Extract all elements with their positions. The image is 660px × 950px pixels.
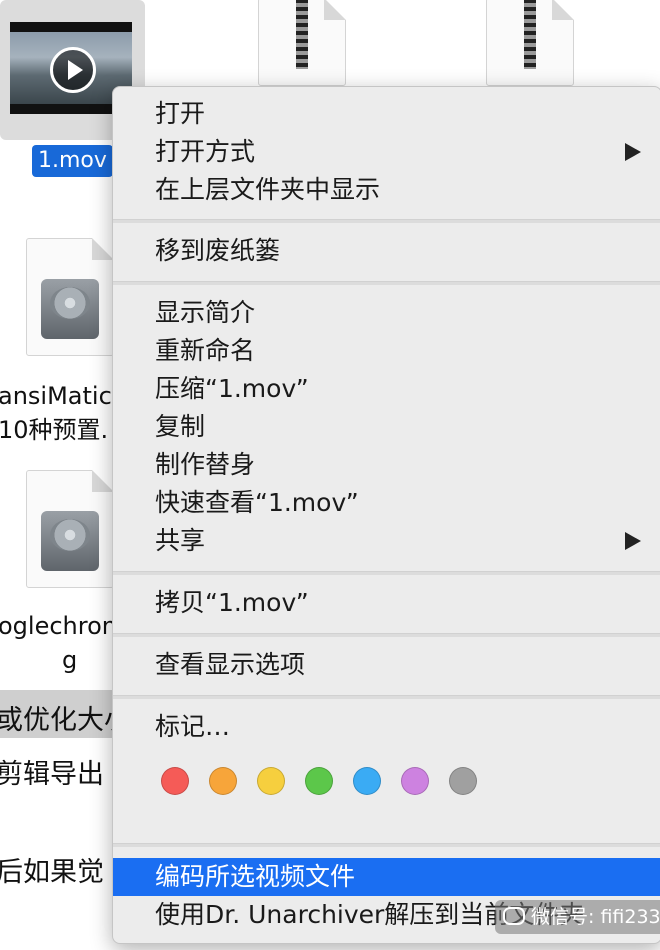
file-name-line-2[interactable]: 10种预置. — [0, 410, 108, 445]
tag-green[interactable] — [305, 767, 333, 795]
submenu-arrow-icon — [625, 532, 641, 550]
menu-item-move-to-trash[interactable]: 移到废纸篓 — [113, 232, 660, 270]
selected-file-label[interactable]: 1.mov — [32, 145, 113, 177]
menu-item-open-with[interactable]: 打开方式 — [113, 133, 660, 171]
menu-item-copy[interactable]: 拷贝“1.mov” — [113, 584, 660, 622]
tag-orange[interactable] — [209, 767, 237, 795]
menu-item-rename[interactable]: 重新命名 — [113, 332, 660, 370]
hard-disk-icon — [41, 279, 99, 339]
file-name-line-4[interactable]: g — [62, 646, 77, 674]
disk-image-file-icon[interactable] — [26, 238, 114, 356]
menu-separator — [113, 219, 660, 223]
tag-blue[interactable] — [353, 767, 381, 795]
menu-item-duplicate[interactable]: 复制 — [113, 408, 660, 446]
menu-separator — [113, 695, 660, 699]
zipper-icon — [296, 0, 308, 69]
menu-item-view-options[interactable]: 查看显示选项 — [113, 646, 660, 684]
file-name-line-3[interactable]: oglechrom — [0, 612, 125, 640]
zip-file-icon[interactable] — [258, 0, 346, 86]
tag-purple[interactable] — [401, 767, 429, 795]
menu-item-tags[interactable]: 标记… — [113, 708, 660, 746]
menu-item-quick-look[interactable]: 快速查看“1.mov” — [113, 484, 660, 522]
background-text-2: 剪辑导出 — [0, 759, 104, 790]
hard-disk-icon — [41, 511, 99, 571]
menu-item-get-info[interactable]: 显示简介 — [113, 294, 660, 332]
tag-yellow[interactable] — [257, 767, 285, 795]
menu-separator — [113, 633, 660, 637]
menu-separator — [113, 281, 660, 285]
play-icon — [50, 47, 96, 93]
menu-separator — [113, 571, 660, 575]
tag-red[interactable] — [161, 767, 189, 795]
wechat-icon — [503, 907, 525, 925]
watermark-text: 微信号: fifi233 — [531, 906, 660, 928]
menu-item-share[interactable]: 共享 — [113, 522, 660, 560]
watermark-badge: 微信号: fifi233 — [495, 900, 660, 934]
context-menu: 打开 打开方式 在上层文件夹中显示 移到废纸篓 显示简介 重新命名 压缩“1.m… — [112, 86, 660, 944]
tag-gray[interactable] — [449, 767, 477, 795]
menu-item-compress[interactable]: 压缩“1.mov” — [113, 370, 660, 408]
menu-separator — [113, 843, 660, 847]
disk-image-file-icon-2[interactable] — [26, 470, 114, 588]
menu-item-open[interactable]: 打开 — [113, 95, 660, 133]
menu-item-make-alias[interactable]: 制作替身 — [113, 446, 660, 484]
zip-file-icon-2[interactable] — [486, 0, 574, 86]
submenu-arrow-icon — [625, 143, 641, 161]
menu-item-encode-video[interactable]: 编码所选视频文件 — [113, 858, 660, 896]
zipper-icon — [524, 0, 536, 69]
menu-item-show-in-enclosing-folder[interactable]: 在上层文件夹中显示 — [113, 171, 660, 209]
background-text-3: 后如果觉 — [0, 857, 104, 888]
